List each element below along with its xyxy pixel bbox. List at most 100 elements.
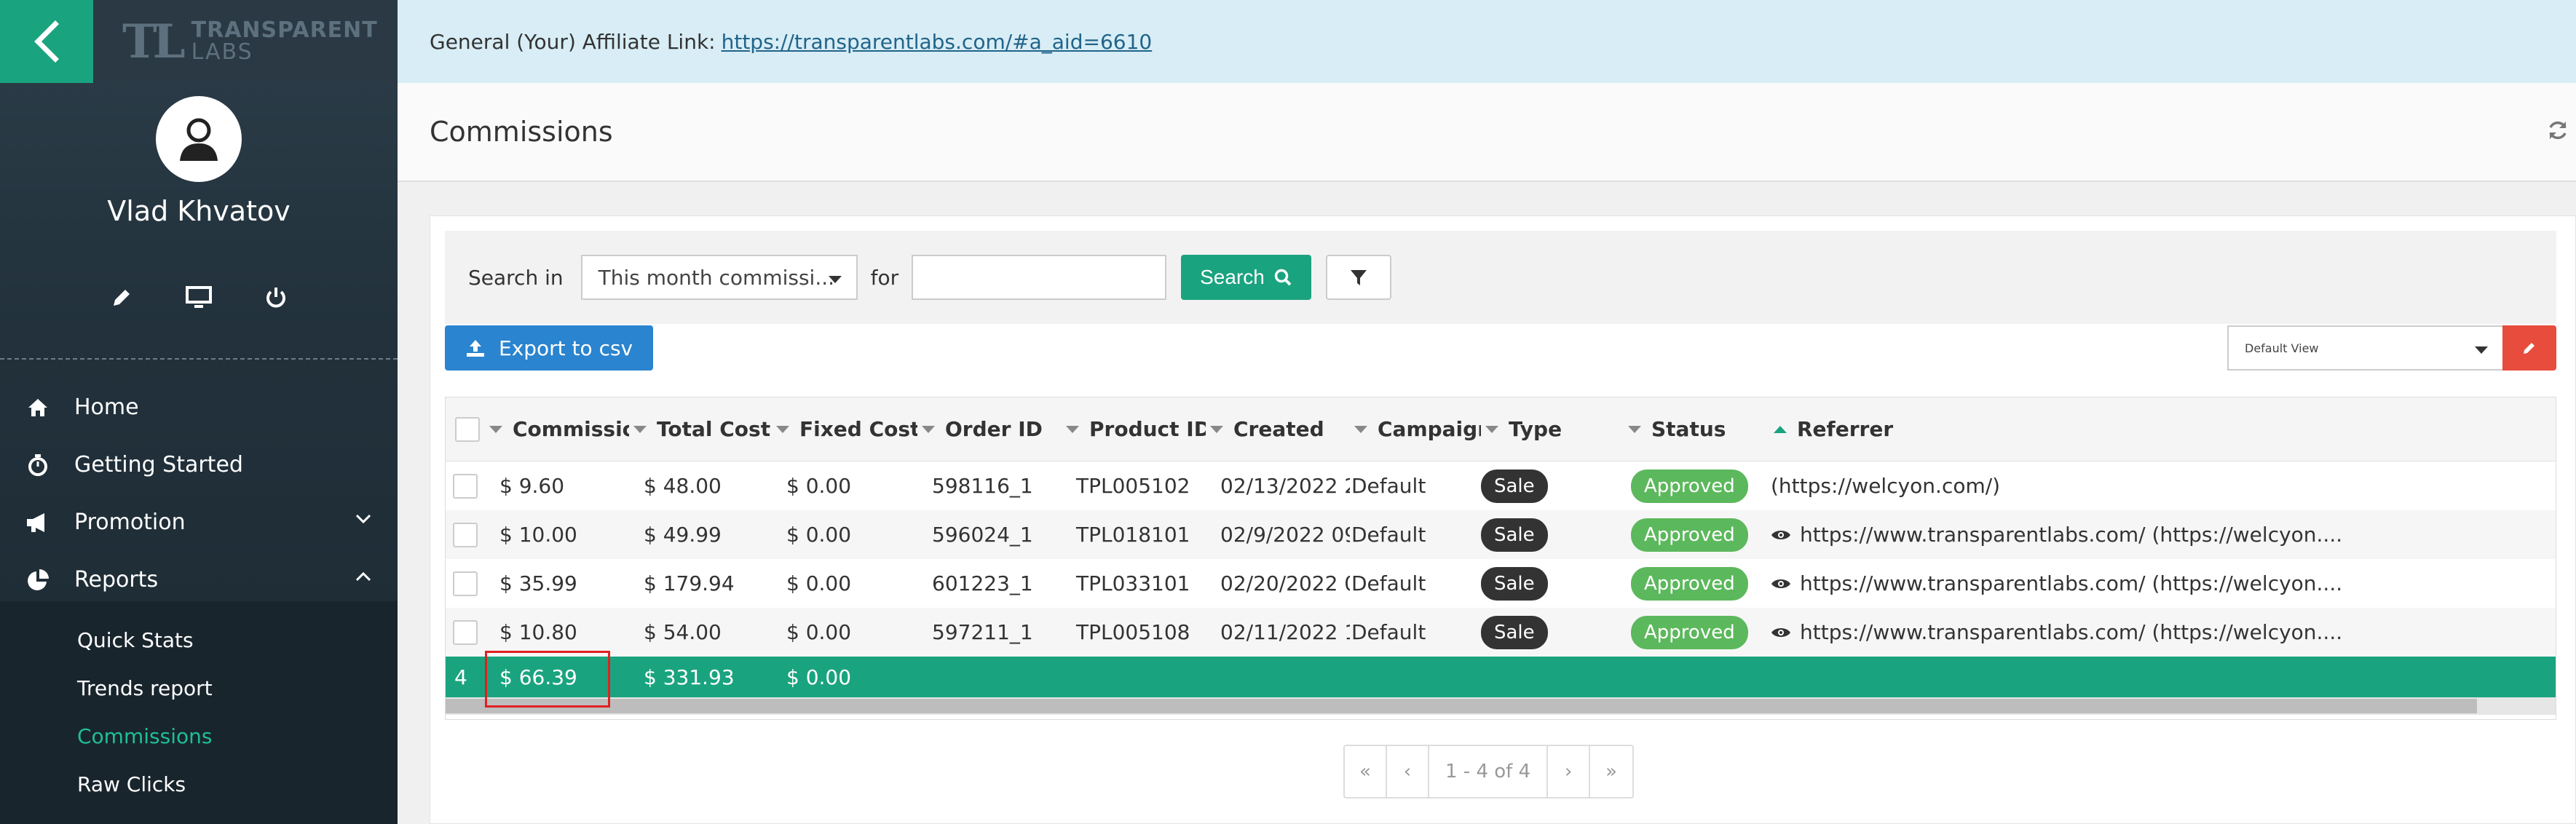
totals-count: 4: [454, 665, 467, 689]
table-row[interactable]: $ 35.99 $ 179.94 $ 0.00 601223_1 TPL0331…: [446, 559, 2556, 608]
caret-down-icon: [2475, 346, 2488, 354]
column-header-order-id[interactable]: Order ID: [917, 417, 1062, 441]
cell-commission: $ 35.99: [499, 571, 577, 595]
logo-line-2: LABS: [191, 39, 253, 65]
cell-order-id: 598116_1: [932, 474, 1033, 498]
column-header-referrer[interactable]: Referrer: [1769, 417, 2497, 441]
first-page-button[interactable]: «: [1345, 746, 1387, 797]
highlight-box: [485, 651, 610, 708]
avatar[interactable]: [156, 96, 242, 182]
cell-created: 02/20/2022 03::: [1220, 571, 1350, 595]
column-header-label: Total Cost: [657, 417, 771, 441]
filter-button[interactable]: [1325, 255, 1391, 300]
logo-line-1: TRANSPARENT: [191, 17, 378, 43]
eye-icon[interactable]: [1771, 577, 1791, 590]
sidebar-item-reports[interactable]: Reports: [0, 551, 398, 609]
refresh-button[interactable]: [2547, 119, 2569, 144]
table-row[interactable]: $ 9.60 $ 48.00 $ 0.00 598116_1 TPL005102…: [446, 461, 2556, 510]
caret-down-icon: [828, 276, 842, 283]
edit-view-button[interactable]: [2502, 325, 2556, 371]
cell-fixed-cost: $ 0.00: [786, 620, 852, 644]
table-row[interactable]: $ 10.80 $ 54.00 $ 0.00 597211_1 TPL00510…: [446, 608, 2556, 657]
prev-page-button[interactable]: ‹: [1387, 746, 1429, 797]
next-page-button[interactable]: ›: [1548, 746, 1591, 797]
sort-icon: [1210, 425, 1223, 433]
column-header-label: Status: [1651, 417, 1726, 441]
column-header-type[interactable]: Type: [1481, 417, 1624, 441]
scrollbar-thumb[interactable]: [446, 699, 2477, 713]
search-bar: Search in This month commissi... for Sea…: [445, 231, 2556, 324]
export-csv-button[interactable]: Export to csv: [445, 325, 654, 371]
sidebar-item-getting-started[interactable]: Getting Started: [0, 436, 398, 494]
table-row[interactable]: $ 10.00 $ 49.99 $ 0.00 596024_1 TPL01810…: [446, 510, 2556, 559]
affiliate-bar: General (Your) Affiliate Link: https://t…: [398, 0, 2576, 83]
cell-fixed-cost: $ 0.00: [786, 571, 852, 595]
cell-referrer: https://www.transparentlabs.com/ (https:…: [1800, 620, 2343, 644]
last-page-button[interactable]: »: [1590, 746, 1632, 797]
column-header-status[interactable]: Status: [1624, 417, 1769, 441]
stopwatch-icon: [22, 449, 54, 481]
cell-order-id: 601223_1: [932, 571, 1033, 595]
view-select-value: Default View: [2245, 341, 2319, 355]
column-header-product-id[interactable]: Product ID: [1062, 417, 1206, 441]
column-header-total-cost[interactable]: Total Cost: [629, 417, 772, 441]
sidebar-item-home[interactable]: Home: [0, 379, 398, 436]
search-input[interactable]: [912, 255, 1167, 300]
sidebar-divider: [0, 358, 398, 360]
row-checkbox[interactable]: [453, 619, 478, 645]
cell-commission: $ 10.00: [499, 523, 577, 547]
filter-icon: [1350, 270, 1367, 285]
column-header-label: Campaign N: [1378, 417, 1481, 441]
search-button[interactable]: Search: [1181, 255, 1311, 300]
display-button[interactable]: [182, 281, 216, 314]
cell-referrer-wrap: https://www.transparentlabs.com/ (https:…: [1769, 620, 2497, 644]
eye-icon[interactable]: [1771, 626, 1791, 639]
page-header: Commissions: [398, 83, 2576, 182]
status-badge: Approved: [1631, 566, 1748, 601]
logout-button[interactable]: [259, 281, 293, 314]
header-checkbox-cell: [446, 416, 485, 442]
column-header-label: Type: [1509, 417, 1562, 441]
commissions-panel: Search in This month commissi... for Sea…: [430, 215, 2576, 824]
sort-icon: [1628, 425, 1641, 433]
sort-icon: [633, 425, 647, 433]
cell-referrer: https://www.transparentlabs.com/ (https:…: [1800, 571, 2343, 595]
row-checkbox-cell: [446, 522, 485, 547]
page-info: 1 - 4 of 4: [1429, 746, 1549, 797]
column-header-created[interactable]: Created: [1206, 417, 1350, 441]
row-checkbox-cell: [446, 619, 485, 645]
horizontal-scrollbar[interactable]: [446, 697, 2556, 715]
sidebar-item-promotion[interactable]: Promotion: [0, 494, 398, 551]
cell-referrer: (https://welcyon.com/): [1771, 474, 2001, 498]
upload-icon: [467, 340, 484, 357]
sort-icon: [1354, 425, 1367, 433]
bullhorn-icon: [22, 507, 54, 539]
back-button[interactable]: [0, 0, 93, 83]
eye-icon[interactable]: [1771, 528, 1791, 542]
column-header-commission[interactable]: Commission: [485, 417, 629, 441]
search-button-label: Search: [1200, 266, 1265, 288]
cell-campaign: Default: [1351, 571, 1426, 595]
edit-profile-button[interactable]: [105, 281, 138, 314]
column-header-campaign[interactable]: Campaign N: [1350, 417, 1481, 441]
row-checkbox[interactable]: [453, 473, 478, 499]
row-checkbox[interactable]: [453, 522, 478, 547]
sidebar-item-quick-stats[interactable]: Quick Stats: [0, 616, 398, 664]
status-badge: Approved: [1631, 469, 1748, 503]
row-checkbox[interactable]: [453, 571, 478, 596]
refresh-icon: [2549, 121, 2567, 140]
sidebar-item-trends-report[interactable]: Trends report: [0, 664, 398, 712]
search-for-label: for: [870, 265, 899, 290]
sidebar-item-raw-clicks[interactable]: Raw Clicks: [0, 760, 398, 808]
sidebar-item-label: Home: [74, 395, 139, 420]
select-all-checkbox[interactable]: [455, 416, 480, 442]
cell-referrer-wrap: https://www.transparentlabs.com/ (https:…: [1769, 523, 2497, 547]
affiliate-link[interactable]: https://transparentlabs.com/#a_aid=6610: [722, 30, 1153, 54]
column-header-fixed-cost[interactable]: Fixed Cost: [772, 417, 917, 441]
search-scope-select[interactable]: This month commissi...: [580, 255, 858, 300]
view-select[interactable]: Default View: [2227, 325, 2504, 371]
cell-created: 02/13/2022 20:5: [1220, 474, 1350, 498]
cell-commission: $ 9.60: [499, 474, 565, 498]
column-header-label: Order ID: [945, 417, 1043, 441]
sidebar-item-commissions[interactable]: Commissions: [0, 712, 398, 760]
